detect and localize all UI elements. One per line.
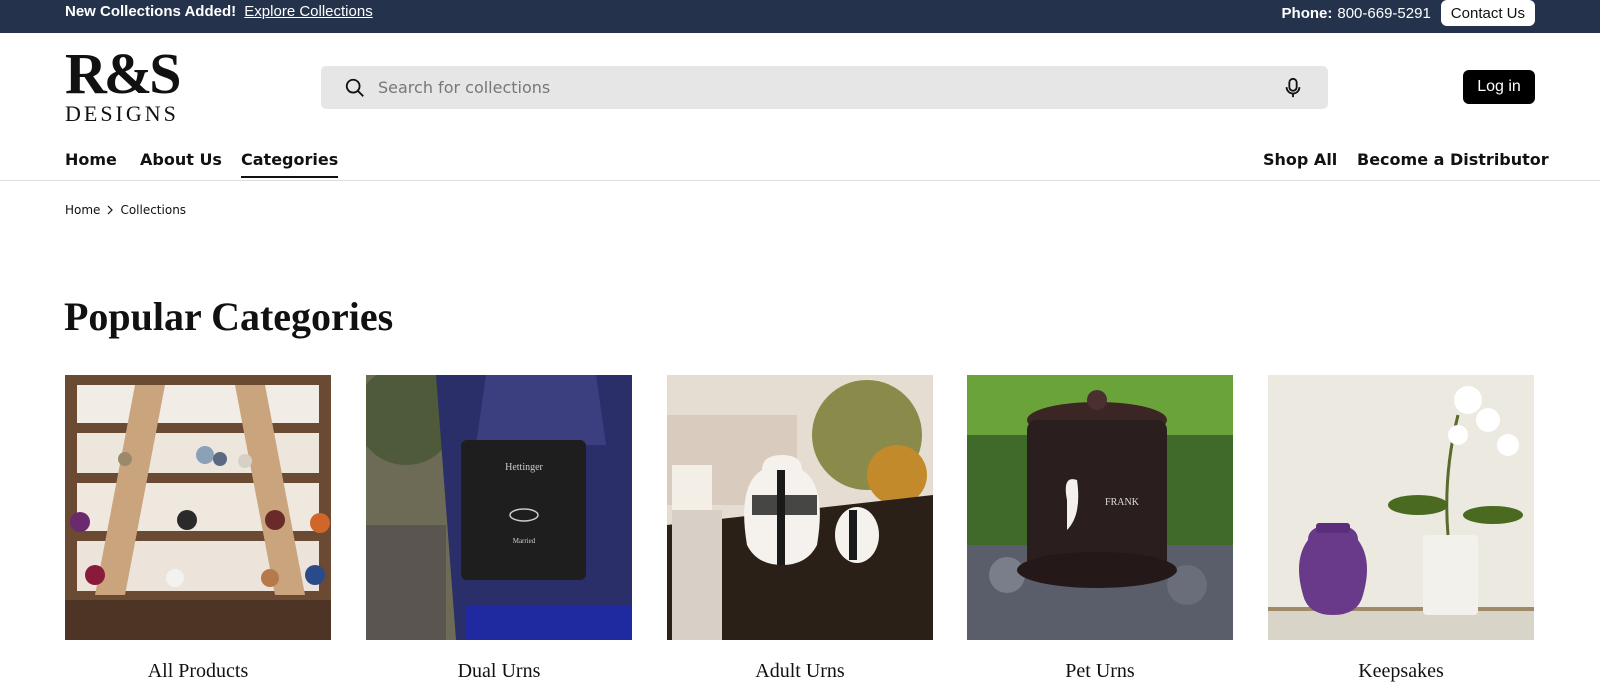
- page-title: Popular Categories: [64, 294, 394, 339]
- search-icon[interactable]: [344, 77, 366, 99]
- svg-text:Hettinger: Hettinger: [505, 462, 543, 473]
- category-image[interactable]: FRANK: [967, 375, 1233, 640]
- microphone-icon[interactable]: [1283, 77, 1303, 99]
- announcement-text: New Collections Added! Explore Collectio…: [65, 3, 373, 20]
- announcement-prefix: New Collections Added!: [65, 3, 237, 20]
- nav-become-distributor[interactable]: Become a Distributor: [1357, 150, 1549, 169]
- nav-categories[interactable]: Categories: [241, 150, 339, 178]
- category-label[interactable]: Adult Urns: [667, 660, 933, 683]
- announcement-bar: New Collections Added! Explore Collectio…: [0, 0, 1600, 33]
- svg-text:FRANK: FRANK: [1105, 497, 1140, 508]
- chevron-right-icon: [108, 205, 114, 215]
- explore-collections-link[interactable]: Explore Collections: [244, 3, 372, 20]
- breadcrumb-current: Collections: [120, 203, 187, 217]
- category-image[interactable]: [667, 375, 933, 640]
- category-image[interactable]: [65, 375, 331, 640]
- category-card-dual-urns[interactable]: Hettinger Married Dual Urns: [366, 375, 632, 683]
- logo-main: R&S: [65, 41, 181, 106]
- nav-shop-all[interactable]: Shop All: [1263, 150, 1337, 169]
- nav-about-us[interactable]: About Us: [140, 150, 222, 169]
- category-image[interactable]: Hettinger Married: [366, 375, 632, 640]
- phone-number[interactable]: 800-669-5291: [1337, 5, 1430, 22]
- category-label[interactable]: Dual Urns: [366, 660, 632, 683]
- announcement-contact: Phone: 800-669-5291 Contact Us: [1282, 0, 1535, 26]
- breadcrumb-home[interactable]: Home: [65, 203, 100, 217]
- category-card-keepsakes[interactable]: Keepsakes: [1268, 375, 1534, 683]
- logo-sub: DESIGNS: [65, 101, 179, 126]
- phone-info: Phone: 800-669-5291: [1282, 5, 1431, 22]
- nav-home[interactable]: Home: [65, 150, 117, 169]
- phone-label: Phone:: [1281, 4, 1333, 22]
- category-card-adult-urns[interactable]: Adult Urns: [667, 375, 933, 683]
- search-bar[interactable]: [321, 66, 1328, 109]
- breadcrumb: Home Collections: [65, 203, 186, 217]
- category-image[interactable]: [1268, 375, 1534, 640]
- category-card-pet-urns[interactable]: FRANK Pet Urns: [967, 375, 1233, 683]
- nav-divider: [0, 180, 1600, 181]
- category-label[interactable]: Pet Urns: [967, 660, 1233, 683]
- category-label[interactable]: Keepsakes: [1268, 660, 1534, 683]
- contact-us-button[interactable]: Contact Us: [1440, 0, 1535, 26]
- logo[interactable]: R&S DESIGNS: [65, 41, 190, 126]
- svg-text:Married: Married: [513, 537, 536, 545]
- search-input[interactable]: [378, 78, 1283, 97]
- category-label[interactable]: All Products: [65, 660, 331, 683]
- login-button[interactable]: Log in: [1463, 70, 1535, 104]
- category-card-all-products[interactable]: All Products: [65, 375, 331, 683]
